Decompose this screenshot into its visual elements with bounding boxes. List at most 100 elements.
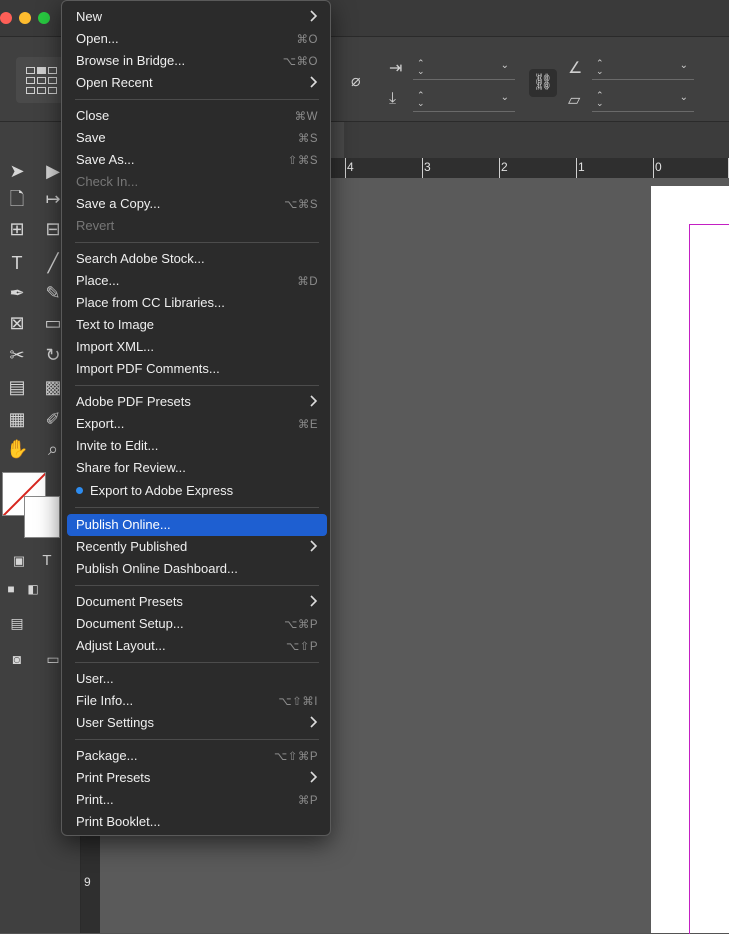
ruler-label: 3 <box>424 160 431 174</box>
gradient-swatch-tool-icon[interactable]: ▤ <box>6 376 28 398</box>
menu-item-document-presets[interactable]: Document Presets <box>67 591 327 613</box>
apply-color-icon[interactable]: ■ <box>0 578 22 600</box>
maximize-window-button[interactable] <box>38 12 50 24</box>
scale-y-field[interactable]: ⌃ ⌄ ⌄ <box>413 89 515 112</box>
link-icon[interactable]: ⛓ <box>529 69 557 97</box>
ruler-label: 1 <box>578 160 585 174</box>
menu-item-label: Close <box>76 108 110 123</box>
menu-item-shortcut: ⌘P <box>297 795 318 807</box>
apply-gradient-icon[interactable]: ◧ <box>22 578 44 600</box>
menu-item-document-setup[interactable]: Document Setup... ⌥⌘P <box>67 613 327 635</box>
scale-y-icon: ⤓ <box>389 90 397 107</box>
rectangle-frame-tool-icon[interactable]: ⊠ <box>6 312 28 334</box>
chevron-right-icon <box>310 75 318 89</box>
menu-item-recently-published[interactable]: Recently Published <box>67 536 327 558</box>
minimize-window-button[interactable] <box>19 12 31 24</box>
menu-item-open-recent[interactable]: Open Recent <box>67 72 327 94</box>
menu-item-publish-online-dashboard[interactable]: Publish Online Dashboard... <box>67 558 327 580</box>
close-window-button[interactable] <box>0 12 12 24</box>
menu-item-import-pdf-comments[interactable]: Import PDF Comments... <box>67 358 327 380</box>
menu-item-save[interactable]: Save ⌘S <box>67 127 327 149</box>
ruler-label: 9 <box>84 875 91 889</box>
scissors-tool-icon[interactable]: ✂ <box>6 344 28 366</box>
menu-item-invite-to-edit[interactable]: Invite to Edit... <box>67 435 327 457</box>
chevron-down-icon[interactable]: ⌄ <box>501 92 509 103</box>
menu-item-open[interactable]: Open... ⌘O <box>67 28 327 50</box>
stepper-icon[interactable]: ⌃ ⌄ <box>596 91 604 108</box>
menu-item-publish-online[interactable]: Publish Online... <box>67 514 327 536</box>
stroke-swatch[interactable] <box>24 496 60 538</box>
menu-item-save-a-copy[interactable]: Save a Copy... ⌥⌘S <box>67 193 327 215</box>
menu-item-place-from-cc-libraries[interactable]: Place from CC Libraries... <box>67 292 327 314</box>
menu-item-print-booklet[interactable]: Print Booklet... <box>67 811 327 833</box>
menu-item-user[interactable]: User... <box>67 668 327 690</box>
menu-item-label: Check In... <box>76 174 139 189</box>
menu-item-shortcut: ⌥⇧P <box>285 641 318 653</box>
menu-item-text-to-image[interactable]: Text to Image <box>67 314 327 336</box>
scale-x-icon: ⇥ <box>389 60 403 77</box>
menu-item-label: Place from CC Libraries... <box>76 295 225 310</box>
menu-item-export[interactable]: Export... ⌘E <box>67 413 327 435</box>
menu-item-close[interactable]: Close ⌘W <box>67 105 327 127</box>
menu-item-label: Print... <box>76 792 114 807</box>
menu-item-shortcut: ⌥⇧⌘I <box>278 696 318 708</box>
selection-tool-icon[interactable]: ➤ <box>6 160 28 182</box>
ruler-label: 4 <box>347 160 354 174</box>
menu-item-new[interactable]: New <box>67 6 327 28</box>
menu-item-place[interactable]: Place... ⌘D <box>67 270 327 292</box>
menu-item-label: Export to Adobe Express <box>90 483 234 498</box>
hand-tool-icon[interactable]: ✋ <box>6 438 28 460</box>
menu-separator <box>75 662 319 663</box>
formatting-container-icon[interactable]: ▣ <box>8 550 30 572</box>
menu-item-shortcut: ⌥⌘O <box>282 56 318 68</box>
menu-item-search-adobe-stock[interactable]: Search Adobe Stock... <box>67 248 327 270</box>
menu-item-save-as[interactable]: Save As... ⇧⌘S <box>67 149 327 171</box>
margin-guide <box>689 224 729 934</box>
menu-item-package[interactable]: Package... ⌥⇧⌘P <box>67 745 327 767</box>
ruler-label: 0 <box>655 160 662 174</box>
constrain-proportions-icon[interactable]: ⌀ <box>351 71 361 91</box>
menu-item-import-xml[interactable]: Import XML... <box>67 336 327 358</box>
shear-angle-field[interactable]: ⌃ ⌄ ⌄ <box>592 89 694 112</box>
menu-item-label: Publish Online Dashboard... <box>76 561 238 576</box>
normal-view-mode-icon[interactable]: ◙ <box>6 648 28 670</box>
page-tool-icon[interactable]: 🗋 <box>6 188 28 210</box>
menu-separator <box>75 99 319 100</box>
menu-item-print-presets[interactable]: Print Presets <box>67 767 327 789</box>
formatting-text-icon[interactable]: T <box>36 550 58 572</box>
menu-item-adjust-layout[interactable]: Adjust Layout... ⌥⇧P <box>67 635 327 657</box>
chevron-down-icon[interactable]: ⌄ <box>501 60 509 71</box>
content-collector-icon[interactable]: ⊞ <box>6 218 28 240</box>
stepper-icon[interactable]: ⌃ ⌄ <box>417 59 425 76</box>
horizontal-ruler[interactable]: 4 3 2 1 0 <box>330 158 729 179</box>
chevron-right-icon <box>310 9 318 23</box>
shear-angle-icon: ▱ <box>568 92 581 109</box>
menu-item-export-to-adobe-express[interactable]: Export to Adobe Express <box>67 480 327 502</box>
menu-item-file-info[interactable]: File Info... ⌥⇧⌘I <box>67 690 327 712</box>
menu-item-label: Open Recent <box>76 75 153 90</box>
menu-item-adobe-pdf-presets[interactable]: Adobe PDF Presets <box>67 391 327 413</box>
menu-item-browse-in-bridge[interactable]: Browse in Bridge... ⌥⌘O <box>67 50 327 72</box>
frame-grid-icon[interactable]: ▤ <box>6 612 28 634</box>
menu-item-shortcut: ⌘D <box>297 276 318 288</box>
stepper-icon[interactable]: ⌃ ⌄ <box>417 91 425 108</box>
menu-separator <box>75 242 319 243</box>
scale-x-field[interactable]: ⌃ ⌄ ⌄ <box>413 57 515 80</box>
menu-item-label: Print Presets <box>76 770 151 785</box>
rotate-angle-field[interactable]: ⌃ ⌄ ⌄ <box>592 57 694 80</box>
note-tool-icon[interactable]: ▦ <box>6 408 28 430</box>
chevron-down-icon[interactable]: ⌄ <box>680 92 688 103</box>
type-tool-icon[interactable]: T <box>6 252 28 274</box>
pen-tool-icon[interactable]: ✒ <box>6 282 28 304</box>
menu-item-revert: Revert <box>67 215 327 237</box>
menu-item-label: Share for Review... <box>76 460 186 475</box>
stepper-icon[interactable]: ⌃ ⌄ <box>596 59 604 76</box>
menu-item-label: Recently Published <box>76 539 188 554</box>
menu-item-label: Open... <box>76 31 119 46</box>
menu-item-user-settings[interactable]: User Settings <box>67 712 327 734</box>
menu-item-shortcut: ⌘E <box>297 419 318 431</box>
menu-item-share-for-review[interactable]: Share for Review... <box>67 457 327 479</box>
reference-point-icon[interactable] <box>16 57 66 103</box>
menu-item-print[interactable]: Print... ⌘P <box>67 789 327 811</box>
chevron-down-icon[interactable]: ⌄ <box>680 60 688 71</box>
